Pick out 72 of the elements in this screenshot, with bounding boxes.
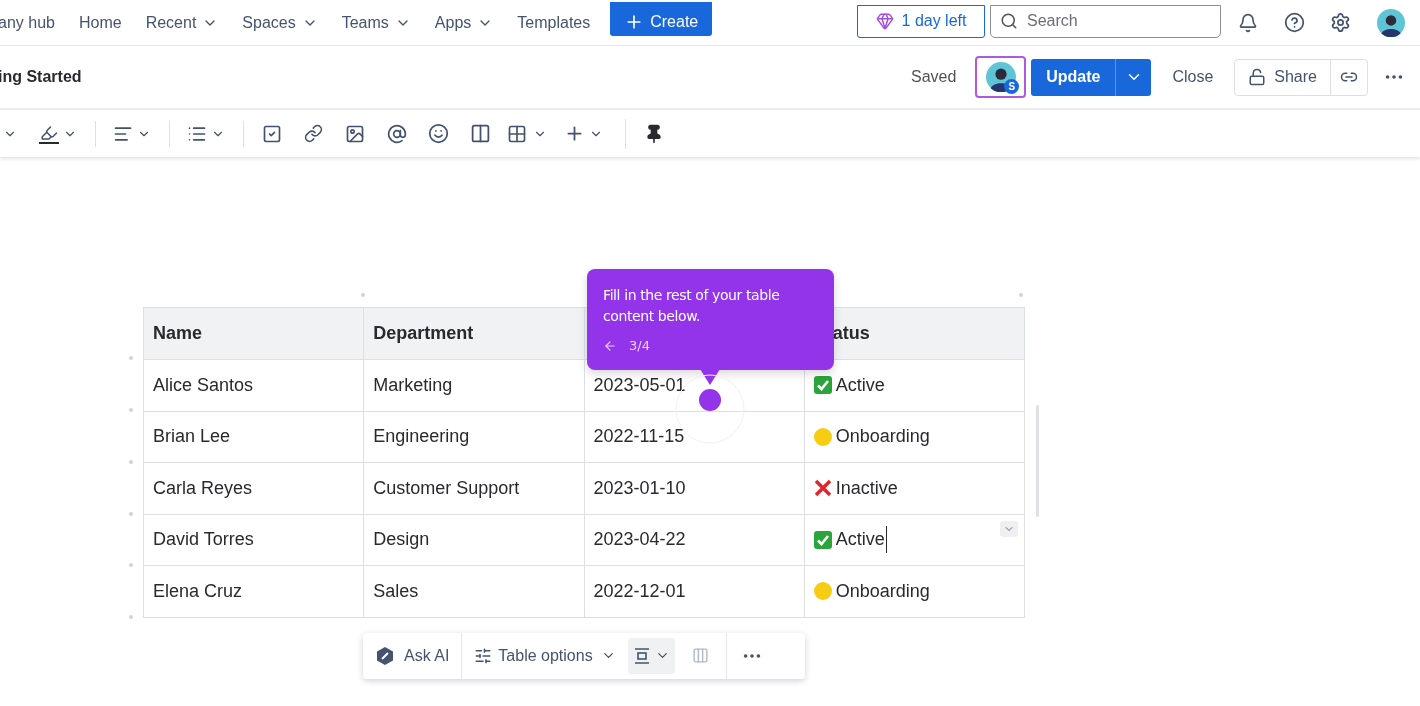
align-center-icon [632,646,651,665]
nav-item[interactable]: Home [78,10,122,35]
trial-button[interactable]: 1 day left [857,4,985,38]
image-icon[interactable] [345,123,365,144]
dot-icon [813,582,832,601]
status-cell[interactable]: Active [804,514,1025,566]
unlock-icon [1248,68,1267,86]
table-button[interactable] [507,123,547,144]
check-icon [813,530,832,549]
update-button[interactable]: Update [1031,58,1116,96]
status-label: Active [835,373,885,397]
table-cell: Engineering [363,411,584,463]
pin-icon[interactable] [644,123,664,144]
avatar-icon [1377,8,1405,37]
tooltip-text: Fill in the rest of your table content below. [603,286,781,326]
table-cell: Brian Lee [143,411,364,463]
nav-item[interactable]: Teams [341,10,411,35]
settings-icon[interactable] [1330,12,1351,33]
scrollbar[interactable] [1036,405,1039,517]
table-cell: 2022-12-01 [584,565,805,617]
column-header: Name [143,307,364,360]
link-icon[interactable] [304,124,323,143]
cross-icon [813,479,832,498]
nav-item[interactable]: Templates [517,10,591,35]
table-icon [507,123,527,144]
table-cell: Alice Santos [143,359,364,411]
search-icon [1000,11,1018,30]
cell-menu-button[interactable] [1000,520,1018,537]
saved-status: Saved [911,67,957,87]
ai-icon [375,645,395,666]
table-cell: Marketing [363,359,584,411]
table-cell: Design [363,514,584,566]
table-cell: David Torres [143,514,364,566]
gem-icon [875,12,894,30]
search-field[interactable]: Search [990,4,1221,38]
sliders-icon [474,646,493,665]
update-menu-button[interactable] [1115,58,1152,96]
nav-item[interactable]: Apps [434,10,494,35]
nav-item[interactable]: Spaces [242,10,318,35]
column-header: Department [363,307,584,360]
checkbox-icon[interactable] [262,123,282,144]
status-label: Inactive [835,476,898,500]
emoji-icon[interactable] [428,123,449,144]
table-cell: Sales [363,565,584,617]
table-options-button[interactable]: Table options [462,632,628,679]
status-label: Active [835,526,887,554]
create-button[interactable]: Create [610,1,713,36]
table-cell: 2022-11-15 [584,411,805,463]
nav-item[interactable]: Recent [145,10,219,35]
table-cell: 2023-04-22 [584,514,805,566]
avatar-badge: S [1004,79,1020,94]
mention-icon[interactable] [387,123,407,144]
highlight-button[interactable] [39,123,77,144]
status-label: Onboarding [835,579,930,603]
alignment-button[interactable] [627,637,675,674]
avatar-icon [985,62,1016,92]
table-cell: 2023-01-10 [584,462,805,514]
ask-ai-button[interactable]: Ask AI [363,632,463,679]
check-icon [813,376,832,395]
step-counter: 3/4 [629,337,650,355]
dot-icon [813,427,832,446]
table-cell: Customer Support [363,462,584,514]
table-cell: Elena Cruz [143,565,364,617]
layout-icon[interactable] [470,123,491,144]
notifications-icon[interactable] [1238,12,1258,33]
status-label: Onboarding [835,425,930,449]
help-icon[interactable] [1284,12,1305,33]
close-button[interactable]: Close [1172,65,1214,89]
table-cell: Carla Reyes [143,462,364,514]
highlighter-icon [39,123,59,144]
back-icon[interactable] [603,338,617,353]
collaborator-avatar[interactable]: S [975,56,1027,98]
